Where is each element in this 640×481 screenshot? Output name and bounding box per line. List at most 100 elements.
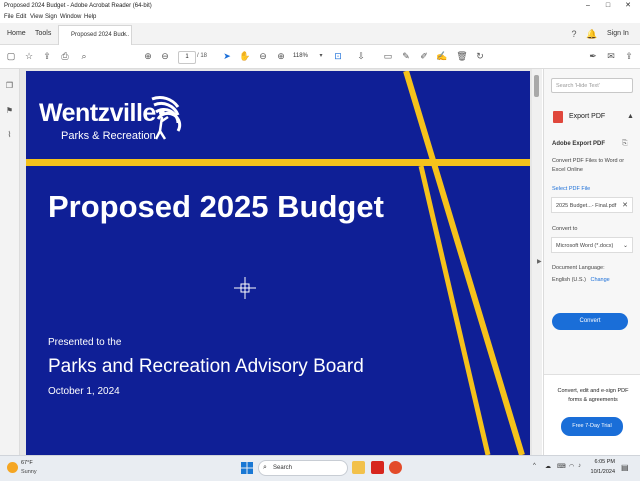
- selected-file-field[interactable]: 2025 Budget...- Final.pdf ✕: [551, 197, 633, 213]
- menu-edit[interactable]: Edit: [16, 12, 26, 23]
- minimize-button[interactable]: –: [578, 0, 598, 12]
- fill-sign-icon[interactable]: ✒: [586, 49, 600, 63]
- notifications-icon[interactable]: 🔔: [585, 27, 599, 41]
- menu-help[interactable]: Help: [84, 12, 96, 23]
- create-icon[interactable]: ▢: [4, 49, 18, 63]
- zoom-dropdown-icon[interactable]: ▾: [314, 49, 328, 63]
- convert-button[interactable]: Convert: [552, 313, 628, 330]
- weather-temperature[interactable]: 67°F: [21, 460, 33, 466]
- menu-window[interactable]: Window: [60, 12, 81, 23]
- close-tab-icon[interactable]: ✕: [122, 26, 127, 45]
- right-tools-panel: Search 'Hide Text' Export PDF ▲ Adobe Ex…: [543, 69, 640, 456]
- scroll-mode-icon[interactable]: ⇩: [354, 49, 368, 63]
- document-view[interactable]: Wentzville Parks & Recreation Proposed 2…: [20, 69, 532, 455]
- menu-bar: File Edit View Sign Window Help: [0, 12, 640, 23]
- menu-file[interactable]: File: [4, 12, 14, 23]
- share-icon[interactable]: ⇪: [622, 49, 636, 63]
- next-page-icon[interactable]: ⊖: [158, 49, 172, 63]
- windows-start-icon[interactable]: [241, 462, 253, 474]
- window-title: Proposed 2024 Budget - Adobe Acrobat Rea…: [4, 3, 152, 9]
- menu-view[interactable]: View: [30, 12, 43, 23]
- taskbar-search-box[interactable]: ⌕ Search: [258, 460, 348, 476]
- find-icon[interactable]: ⌕: [77, 49, 91, 63]
- close-window-button[interactable]: ✕: [618, 0, 638, 12]
- page-thumbnails-icon[interactable]: ❐: [3, 79, 16, 92]
- tab-home[interactable]: Home: [7, 23, 26, 44]
- rotate-icon[interactable]: ↻: [473, 49, 487, 63]
- previous-page-icon[interactable]: ⊕: [141, 49, 155, 63]
- upload-icon[interactable]: ⇪: [40, 49, 54, 63]
- tab-document[interactable]: Proposed 2024 Bud... ✕: [58, 25, 132, 45]
- trial-promo: Convert, edit and e-sign PDF forms & agr…: [544, 374, 640, 456]
- wifi-icon[interactable]: ◠: [569, 463, 574, 470]
- tab-document-label: Proposed 2024 Bud...: [71, 32, 130, 38]
- sign-in-button[interactable]: Sign In: [607, 23, 629, 44]
- export-pdf-label: Export PDF: [569, 113, 606, 120]
- attachments-icon[interactable]: ⌇: [3, 128, 16, 141]
- presented-to-text: Presented to the: [48, 337, 122, 348]
- bookmark-star-icon[interactable]: ☆: [22, 49, 36, 63]
- tab-bar: Home Tools Proposed 2024 Bud... ✕ ? 🔔 Si…: [0, 23, 640, 45]
- slide-decoration-lines: [26, 71, 530, 455]
- zoom-out-icon[interactable]: ⊖: [256, 49, 270, 63]
- board-name: Parks and Recreation Advisory Board: [48, 356, 364, 377]
- acrobat-app-icon[interactable]: [371, 461, 384, 474]
- scrollbar-thumb[interactable]: [534, 75, 539, 97]
- maximize-button[interactable]: □: [598, 0, 618, 12]
- highlight-icon[interactable]: ✎: [399, 49, 413, 63]
- search-icon: ⌕: [263, 464, 267, 471]
- comment-icon[interactable]: ▭: [381, 49, 395, 63]
- zoom-in-icon[interactable]: ⊕: [274, 49, 288, 63]
- change-language-link[interactable]: Change: [590, 277, 609, 283]
- language-value: English (U.S.): [552, 277, 586, 283]
- fit-page-icon[interactable]: ⊡: [331, 49, 345, 63]
- export-pdf-header[interactable]: Export PDF ▲: [544, 107, 640, 127]
- chevron-up-icon[interactable]: ▲: [627, 107, 634, 127]
- print-icon[interactable]: ⎙: [58, 49, 72, 63]
- free-trial-button[interactable]: Free 7-Day Trial: [561, 417, 623, 436]
- format-value: Microsoft Word (*.docx): [556, 243, 614, 249]
- tab-tools[interactable]: Tools: [35, 23, 51, 44]
- keyboard-layout-icon[interactable]: ⌨: [557, 463, 566, 470]
- select-cursor-icon[interactable]: ➤: [220, 49, 234, 63]
- collapse-right-panel-icon[interactable]: ▶: [537, 258, 542, 265]
- email-icon[interactable]: ✉: [604, 49, 618, 63]
- presentation-date: October 1, 2024: [48, 386, 120, 397]
- convert-to-label: Convert to: [552, 226, 578, 232]
- chrome-app-icon[interactable]: [389, 461, 402, 474]
- cloud-icon[interactable]: ☁: [545, 463, 551, 470]
- tools-search-input[interactable]: Search 'Hide Text': [551, 78, 633, 93]
- weather-description[interactable]: Sunny: [21, 469, 37, 475]
- draw-icon[interactable]: ✐: [417, 49, 431, 63]
- attach-icon[interactable]: ⎘: [622, 140, 628, 148]
- taskbar-search-label: Search: [273, 465, 293, 471]
- document-language: English (U.S.) Change: [552, 277, 610, 283]
- export-pdf-icon: [553, 111, 563, 123]
- selected-file-name: 2025 Budget...- Final.pdf: [556, 203, 617, 209]
- toolbar: ▢ ☆ ⇪ ⎙ ⌕ ⊕ ⊖ 1 / 18 ➤ ✋ ⊖ ⊕ 118% ▾ ⊡ ⇩ …: [0, 45, 640, 69]
- menu-sign[interactable]: Sign: [45, 12, 57, 23]
- notification-center-icon[interactable]: ▤: [621, 463, 629, 472]
- tray-chevron-icon[interactable]: ^: [533, 463, 536, 469]
- crosshair-cursor-icon: [234, 277, 256, 299]
- slide-title: Proposed 2025 Budget: [48, 189, 384, 224]
- clock-time[interactable]: 6:05 PM: [589, 459, 615, 465]
- remove-file-icon[interactable]: ✕: [622, 198, 628, 214]
- format-select[interactable]: Microsoft Word (*.docx) ⌄: [551, 237, 633, 253]
- file-explorer-icon[interactable]: [352, 461, 365, 474]
- document-language-label: Document Language:: [552, 265, 605, 271]
- select-file-link[interactable]: Select PDF File: [552, 186, 590, 192]
- weather-sun-icon[interactable]: [7, 462, 18, 473]
- text-edit-icon[interactable]: ✍: [435, 49, 449, 63]
- hand-tool-icon[interactable]: ✋: [238, 49, 252, 63]
- left-rail: ❐ ⚑ ⌇: [0, 69, 20, 455]
- adobe-export-title: Adobe Export PDF: [552, 141, 606, 147]
- delete-icon[interactable]: 🗑: [455, 49, 469, 63]
- page-total: / 18: [197, 53, 208, 59]
- page-number-input[interactable]: 1: [178, 51, 196, 64]
- clock-date[interactable]: 10/1/2024: [581, 469, 615, 475]
- help-icon[interactable]: ?: [567, 27, 581, 41]
- export-description: Convert PDF Files to Word or Excel Onlin…: [552, 158, 625, 173]
- logo-figure-icon: [151, 96, 182, 140]
- bookmarks-icon[interactable]: ⚑: [3, 104, 16, 117]
